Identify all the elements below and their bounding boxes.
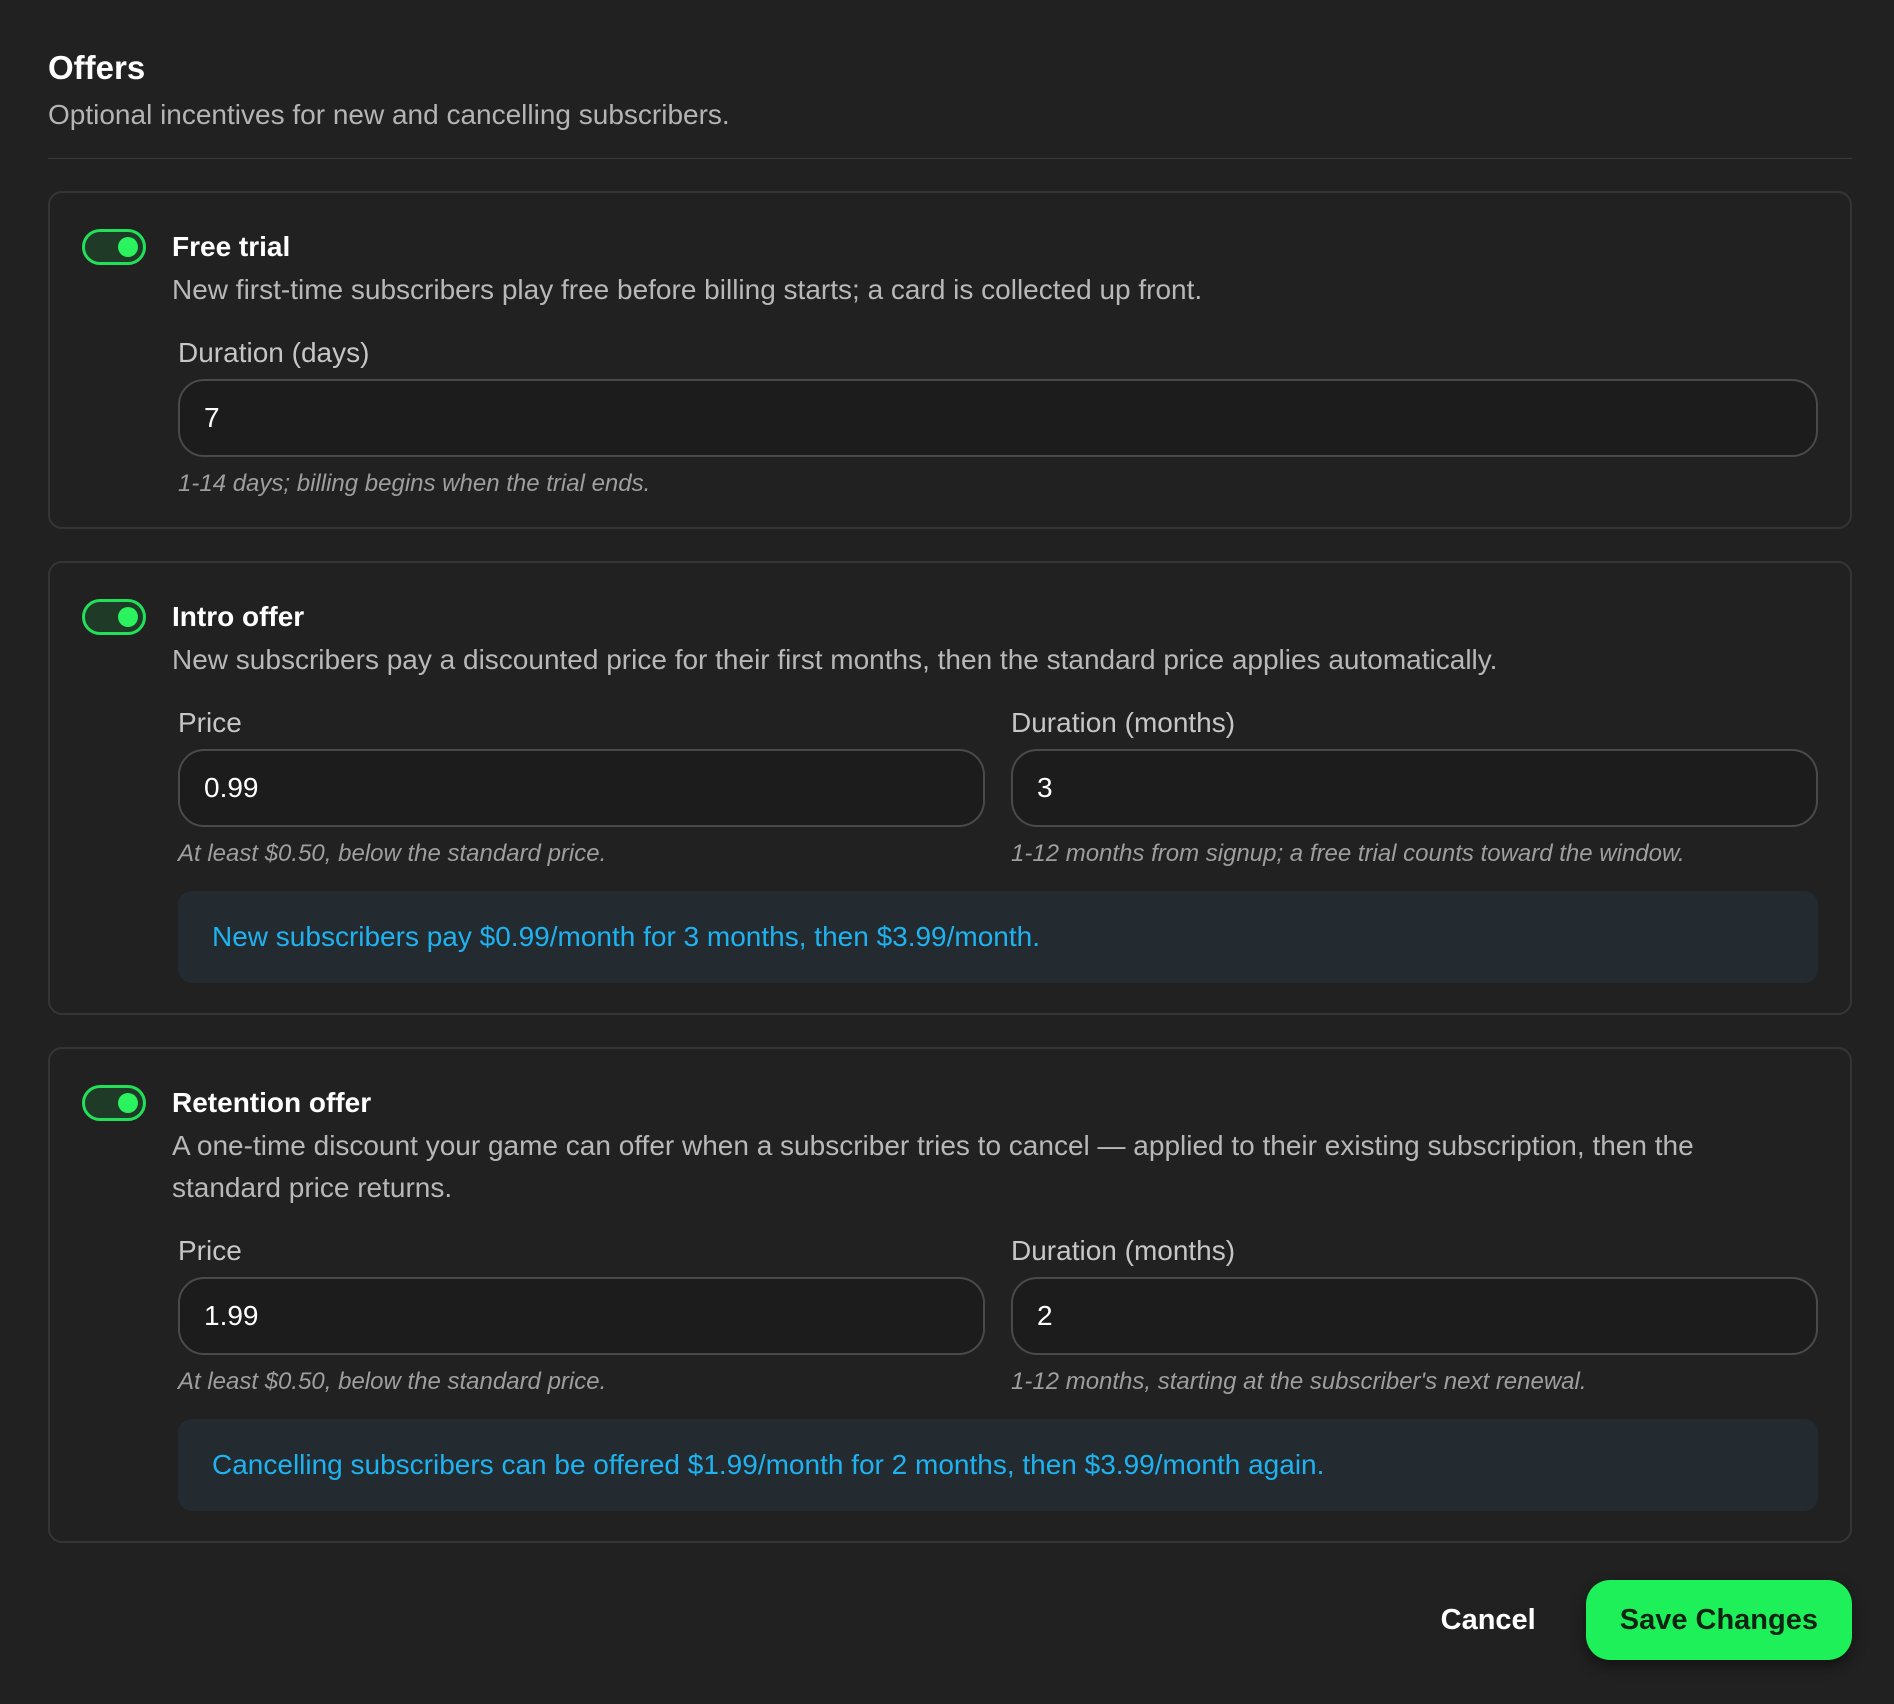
retention-offer-fields: Price 1.99 At least $0.50, below the sta… — [178, 1231, 1818, 1399]
retention-offer-price-input[interactable]: 1.99 — [178, 1277, 985, 1355]
intro-offer-summary: New subscribers pay $0.99/month for 3 mo… — [178, 891, 1818, 983]
intro-offer-header: Intro offer New subscribers pay a discou… — [172, 597, 1802, 681]
retention-offer-toggle[interactable] — [82, 1085, 146, 1121]
offers-section: Offers Optional incentives for new and c… — [48, 36, 1852, 1543]
free-trial-description: New first-time subscribers play free bef… — [172, 274, 1203, 305]
free-trial-duration-hint: 1-14 days; billing begins when the trial… — [178, 470, 651, 497]
retention-offer-card: Retention offer A one-time discount your… — [48, 1047, 1852, 1543]
free-trial-duration-input[interactable]: 7 — [178, 379, 1818, 457]
free-trial-fields: Duration (days) 7 1-14 days; billing beg… — [178, 333, 1818, 501]
toggle-knob — [118, 237, 138, 257]
form-actions: Cancel Save Changes — [1441, 1580, 1852, 1660]
free-trial-toggle[interactable] — [82, 229, 146, 265]
free-trial-title: Free trial — [172, 231, 291, 262]
intro-offer-duration-hint: 1-12 months from signup; a free trial co… — [1011, 840, 1685, 867]
retention-offer-price-hint: At least $0.50, below the standard price… — [178, 1368, 607, 1395]
retention-offer-duration-value: 2 — [1037, 1300, 1053, 1331]
retention-offer-duration-hint: 1-12 months, starting at the subscriber'… — [1011, 1368, 1587, 1395]
free-trial-header: Free trial New first-time subscribers pl… — [172, 227, 1802, 311]
retention-offer-price-field: Price 1.99 At least $0.50, below the sta… — [178, 1231, 985, 1399]
intro-offer-price-value: 0.99 — [204, 772, 259, 803]
intro-offer-price-field: Price 0.99 At least $0.50, below the sta… — [178, 703, 985, 871]
retention-offer-duration-input[interactable]: 2 — [1011, 1277, 1818, 1355]
intro-offer-card: Intro offer New subscribers pay a discou… — [48, 561, 1852, 1015]
retention-offer-summary: Cancelling subscribers can be offered $1… — [178, 1419, 1818, 1511]
retention-offer-description: A one-time discount your game can offer … — [172, 1130, 1694, 1203]
section-subtitle: Optional incentives for new and cancelli… — [48, 99, 730, 130]
toggle-knob — [118, 607, 138, 627]
retention-offer-duration-field: Duration (months) 2 1-12 months, startin… — [1011, 1231, 1818, 1399]
retention-offer-duration-label: Duration (months) — [1011, 1235, 1236, 1266]
intro-offer-toggle[interactable] — [82, 599, 146, 635]
intro-offer-description: New subscribers pay a discounted price f… — [172, 644, 1498, 675]
save-changes-button[interactable]: Save Changes — [1585, 1580, 1852, 1660]
intro-offer-duration-field: Duration (months) 3 1-12 months from sig… — [1011, 703, 1818, 871]
section-title: Offers — [48, 49, 146, 86]
free-trial-duration-field: Duration (days) 7 1-14 days; billing beg… — [178, 333, 1818, 501]
intro-offer-duration-value: 3 — [1037, 772, 1053, 803]
retention-offer-header: Retention offer A one-time discount your… — [172, 1083, 1802, 1209]
intro-offer-title: Intro offer — [172, 601, 305, 632]
intro-offer-fields: Price 0.99 At least $0.50, below the sta… — [178, 703, 1818, 871]
retention-offer-price-label: Price — [178, 1235, 242, 1266]
retention-offer-title: Retention offer — [172, 1087, 372, 1118]
intro-offer-duration-input[interactable]: 3 — [1011, 749, 1818, 827]
cancel-button[interactable]: Cancel — [1441, 1594, 1536, 1647]
intro-offer-price-hint: At least $0.50, below the standard price… — [178, 840, 607, 867]
intro-offer-price-label: Price — [178, 707, 242, 738]
toggle-knob — [118, 1093, 138, 1113]
free-trial-duration-value: 7 — [204, 402, 220, 433]
divider — [48, 158, 1852, 159]
intro-offer-duration-label: Duration (months) — [1011, 707, 1236, 738]
free-trial-card: Free trial New first-time subscribers pl… — [48, 191, 1852, 529]
intro-offer-price-input[interactable]: 0.99 — [178, 749, 985, 827]
free-trial-duration-label: Duration (days) — [178, 337, 370, 368]
retention-offer-price-value: 1.99 — [204, 1300, 259, 1331]
